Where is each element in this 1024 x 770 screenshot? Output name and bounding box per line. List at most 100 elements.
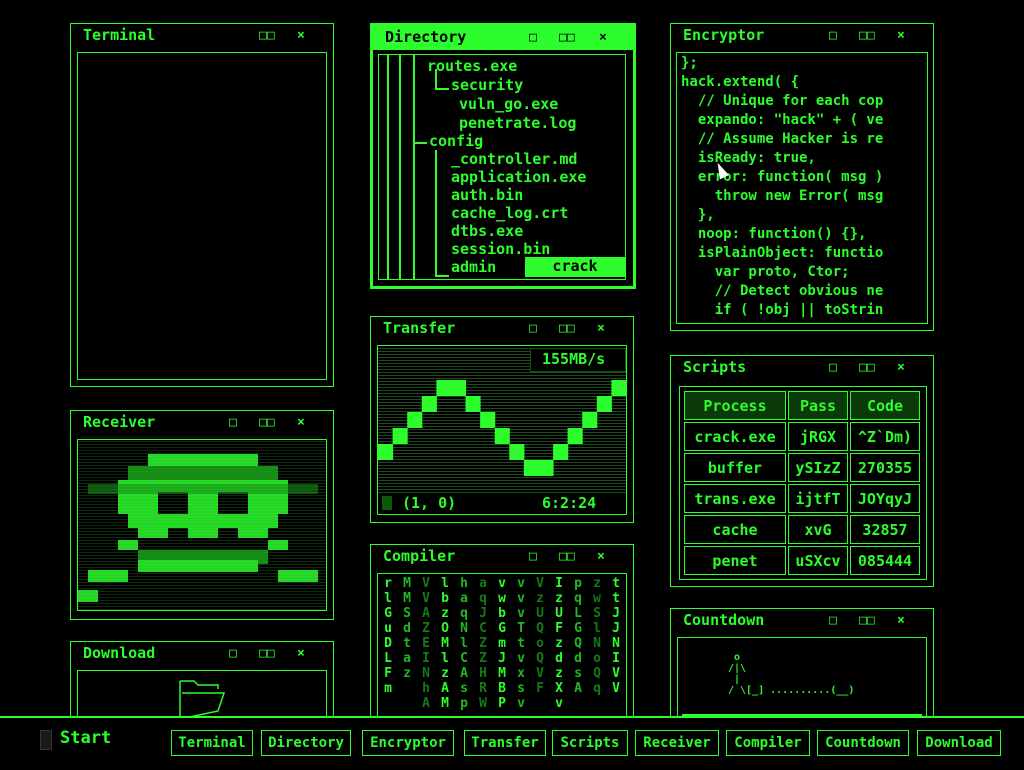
maximize-button[interactable]: □□	[259, 415, 275, 430]
taskbar-terminal[interactable]: Terminal	[171, 730, 253, 756]
transfer-titlebar[interactable]: Transfer □ □□ ×	[371, 317, 633, 341]
download-titlebar[interactable]: Download □ □□ ×	[71, 642, 333, 666]
taskbar-compiler[interactable]: Compiler	[726, 730, 810, 756]
directory-titlebar[interactable]: Directory □ □□ ×	[373, 26, 633, 50]
maximize-button[interactable]: □□	[559, 549, 575, 564]
close-button[interactable]: ×	[897, 360, 905, 375]
taskbar-encryptor[interactable]: Encryptor	[362, 730, 454, 756]
taskbar-download[interactable]: Download	[917, 730, 1001, 756]
matrix-char: V	[422, 576, 430, 591]
pass-cell: jRGX	[788, 422, 848, 451]
scripts-window[interactable]: Scripts □ □□ × Process Pass Code crack.e…	[670, 355, 934, 587]
terminal-output[interactable]	[77, 52, 327, 380]
transfer-window[interactable]: Transfer □ □□ × 155MB/s (1, 0) 6:2:24	[370, 316, 634, 523]
tree-item[interactable]: config	[429, 132, 483, 150]
maximize-button[interactable]: □□	[559, 30, 575, 45]
taskbar-countdown[interactable]: Countdown	[817, 730, 909, 756]
receiver-titlebar[interactable]: Receiver □ □□ ×	[71, 411, 333, 435]
countdown-window[interactable]: Countdown □ □□ × o /|\ | / \[_] ........…	[670, 608, 934, 718]
taskbar-receiver[interactable]: Receiver	[635, 730, 719, 756]
close-button[interactable]: ×	[297, 646, 305, 661]
minimize-button[interactable]: □	[829, 613, 837, 628]
download-window[interactable]: Download □ □□ ×	[70, 641, 334, 718]
tree-item[interactable]: session.bin	[451, 240, 550, 258]
minimize-button[interactable]: □	[829, 360, 837, 375]
window-title: Compiler	[383, 547, 456, 565]
matrix-char: r	[384, 576, 392, 591]
tree-item[interactable]: dtbs.exe	[451, 222, 523, 240]
matrix-char: h	[422, 681, 430, 696]
window-title: Directory	[385, 28, 467, 46]
column-header: Pass	[788, 391, 848, 420]
tree-item[interactable]: vuln_go.exe	[459, 95, 558, 113]
maximize-button[interactable]: □□	[859, 360, 875, 375]
taskbar-scripts[interactable]: Scripts	[552, 730, 628, 756]
tree-item[interactable]: security	[451, 76, 523, 94]
matrix-char: Q	[536, 651, 544, 666]
receiver-window[interactable]: Receiver □ □□ ×	[70, 410, 334, 620]
countdown-titlebar[interactable]: Countdown □ □□ ×	[671, 609, 933, 633]
compiler-window[interactable]: Compiler □ □□ × rlGuDLFmMMSdtazVVAZEINhA…	[370, 544, 634, 718]
transfer-bar	[509, 444, 525, 460]
close-button[interactable]: ×	[297, 28, 305, 43]
code-cell: 085444	[850, 546, 920, 575]
directory-window[interactable]: Directory □ □□ × routes.exe security vul…	[370, 23, 636, 289]
code-cell: JOYqyJ	[850, 484, 920, 513]
window-title: Download	[83, 644, 156, 662]
transfer-bar	[421, 396, 437, 412]
tree-item[interactable]: admin	[451, 258, 496, 276]
maximize-button[interactable]: □□	[859, 28, 875, 43]
table-row[interactable]: buffer ySIzZ 270355	[684, 453, 920, 482]
minimize-button[interactable]: □	[529, 549, 537, 564]
pass-cell: xvG	[788, 515, 848, 544]
start-button[interactable]: Start	[38, 728, 118, 756]
tree-item[interactable]: application.exe	[451, 168, 586, 186]
table-row[interactable]: trans.exe ijtfT JOYqyJ	[684, 484, 920, 513]
minimize-button[interactable]: □	[829, 28, 837, 43]
close-button[interactable]: ×	[297, 415, 305, 430]
close-button[interactable]: ×	[597, 549, 605, 564]
encryptor-window[interactable]: Encryptor □ □□ × }; hack.extend( { // Uni…	[670, 23, 934, 331]
matrix-char: z	[593, 576, 601, 591]
tree-item[interactable]: auth.bin	[451, 186, 523, 204]
close-button[interactable]: ×	[897, 613, 905, 628]
window-title: Scripts	[683, 358, 747, 376]
minimize-button[interactable]: □	[229, 646, 237, 661]
minimize-button[interactable]: □	[529, 321, 537, 336]
close-button[interactable]: ×	[597, 321, 605, 336]
encryptor-titlebar[interactable]: Encryptor □ □□ ×	[671, 24, 933, 48]
close-button[interactable]: ×	[897, 28, 905, 43]
maximize-button[interactable]: □□	[259, 28, 275, 43]
matrix-char: L	[384, 651, 392, 666]
table-row[interactable]: penet uSXcv 085444	[684, 546, 920, 575]
scripts-titlebar[interactable]: Scripts □ □□ ×	[671, 356, 933, 380]
maximize-button[interactable]: □□	[259, 646, 275, 661]
matrix-char: t	[403, 636, 411, 651]
matrix-char: H	[479, 666, 487, 681]
taskbar-directory[interactable]: Directory	[261, 730, 351, 756]
tree-item[interactable]: cache_log.crt	[451, 204, 568, 222]
crack-button[interactable]: crack	[525, 257, 625, 277]
matrix-char: U	[536, 606, 544, 621]
matrix-char: t	[612, 591, 620, 606]
matrix-char: v	[517, 576, 525, 591]
minimize-button[interactable]: □	[529, 30, 537, 45]
terminal-titlebar[interactable]: Terminal □□ ×	[71, 24, 333, 48]
tree-line	[435, 275, 449, 277]
terminal-window[interactable]: Terminal □□ ×	[70, 23, 334, 387]
compiler-titlebar[interactable]: Compiler □ □□ ×	[371, 545, 633, 569]
matrix-char: Q	[574, 636, 582, 651]
directory-tree-pane[interactable]: routes.exe security vuln_go.exe penetrat…	[378, 54, 626, 280]
maximize-button[interactable]: □□	[859, 613, 875, 628]
maximize-button[interactable]: □□	[559, 321, 575, 336]
table-row[interactable]: crack.exe jRGX ^Z`Dm)	[684, 422, 920, 451]
tree-item[interactable]: routes.exe	[427, 57, 517, 75]
minimize-button[interactable]: □	[229, 415, 237, 430]
tree-item[interactable]: penetrate.log	[459, 114, 576, 132]
close-button[interactable]: ×	[599, 30, 607, 45]
matrix-char: l	[460, 636, 468, 651]
taskbar-transfer[interactable]: Transfer	[464, 730, 546, 756]
tree-item[interactable]: _controller.md	[451, 150, 577, 168]
table-row[interactable]: cache xvG 32857	[684, 515, 920, 544]
matrix-char: J	[612, 621, 620, 636]
